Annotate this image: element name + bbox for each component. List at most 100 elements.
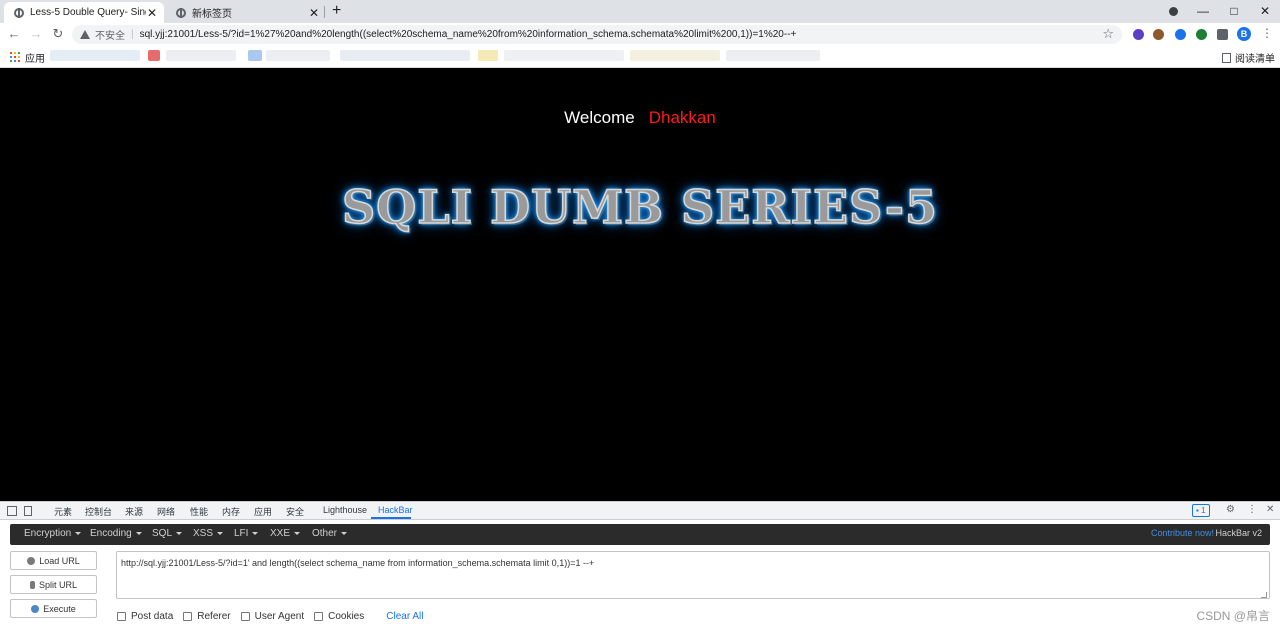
welcome-name: Dhakkan (648, 108, 716, 127)
play-icon (31, 604, 40, 613)
devtools-tab-console[interactable]: 控制台 (85, 505, 112, 518)
close-window-button[interactable]: ✕ (1250, 0, 1280, 23)
security-label[interactable]: 不安全 (95, 27, 125, 42)
option-user-agent[interactable]: User Agent (240, 611, 304, 622)
execute-button[interactable]: Execute (10, 599, 97, 618)
device-toggle-icon[interactable] (24, 506, 32, 516)
forward-arrow-icon[interactable]: → (28, 26, 44, 42)
profile-avatar[interactable]: B (1237, 27, 1251, 41)
browser-toolbar: ← → ↻ 不安全 | sql.yjj:21001/Less-5/?id=1%2… (0, 23, 1280, 46)
caret-down-icon (252, 531, 259, 535)
media-control-icon[interactable] (1169, 7, 1178, 16)
page-content: Welcome Dhakkan SQLI DUMB SERIES-5 (0, 68, 1280, 501)
menu-xxe[interactable]: XXE (270, 528, 301, 539)
menu-xss[interactable]: XSS (193, 528, 224, 539)
tab-new-tab[interactable]: 新标签页 ✕ (166, 2, 326, 23)
bookmark-item[interactable] (726, 50, 820, 61)
close-tab-icon[interactable]: ✕ (308, 6, 320, 20)
bookmark-item[interactable] (248, 50, 262, 61)
devtools-tab-sources[interactable]: 来源 (125, 505, 143, 518)
issues-count: 1 (1201, 506, 1206, 515)
reading-list[interactable]: 阅读清单 (1222, 50, 1275, 65)
bookmark-star-icon[interactable]: ☆ (1102, 26, 1114, 42)
page-title: SQLI DUMB SERIES-5 (341, 179, 939, 235)
warning-icon (80, 30, 90, 39)
omnibox-divider: | (131, 29, 134, 40)
minimize-button[interactable]: — (1188, 0, 1218, 23)
caret-down-icon (75, 531, 82, 535)
bookmark-item[interactable] (478, 50, 498, 61)
new-tab-button[interactable]: + (332, 2, 341, 20)
caret-down-icon (294, 531, 301, 535)
devtools-tab-hackbar[interactable]: HackBar (378, 505, 413, 515)
bookmark-item[interactable] (266, 50, 330, 61)
menu-encoding[interactable]: Encoding (90, 528, 142, 539)
devtools-panel: 元素 控制台 来源 网络 性能 内存 应用 安全 Lighthouse Hack… (0, 501, 1280, 628)
reload-icon[interactable]: ↻ (50, 26, 66, 42)
settings-gear-icon[interactable]: ⚙ (1226, 504, 1235, 515)
tab-separator (324, 6, 325, 18)
url-text[interactable]: sql.yjj:21001/Less-5/?id=1%27%20and%20le… (140, 29, 797, 40)
tab-less5[interactable]: Less-5 Double Query- Single Q ✕ (4, 2, 164, 23)
close-tab-icon[interactable]: ✕ (146, 6, 158, 20)
globe-icon (176, 7, 186, 18)
option-cookies[interactable]: Cookies (314, 611, 364, 622)
devtools-tab-performance[interactable]: 性能 (190, 505, 208, 518)
close-devtools-icon[interactable]: ✕ (1266, 504, 1274, 515)
resize-handle[interactable] (1261, 592, 1267, 598)
menu-dots-icon[interactable]: ⋮ (1261, 26, 1273, 40)
bookmark-item[interactable] (148, 50, 160, 61)
devtools-tab-lighthouse[interactable]: Lighthouse (323, 505, 367, 515)
split-url-button[interactable]: Split URL (10, 575, 97, 594)
checkbox[interactable] (117, 611, 126, 621)
extension-icon[interactable] (1175, 29, 1186, 40)
checkbox[interactable] (314, 611, 324, 621)
devtools-tab-application[interactable]: 应用 (254, 505, 272, 518)
maximize-button[interactable]: □ (1219, 0, 1249, 23)
devtools-menu-icon[interactable]: ⋮ (1247, 504, 1257, 515)
checkbox[interactable] (240, 611, 250, 621)
contribute-link[interactable]: Contribute now! (1151, 528, 1214, 538)
load-url-label: Load URL (39, 555, 80, 566)
bookmark-item[interactable] (504, 50, 624, 61)
active-tab-indicator (371, 517, 411, 519)
clear-all-button[interactable]: Clear All (386, 611, 423, 622)
caret-down-icon (217, 531, 224, 535)
devtools-tabbar: 元素 控制台 来源 网络 性能 内存 应用 安全 Lighthouse Hack… (0, 502, 1280, 520)
menu-other[interactable]: Other (312, 528, 348, 539)
hackbar-url-input[interactable]: http://sql.yjj:21001/Less-5/?id=1' and l… (116, 551, 1270, 599)
inspect-icon[interactable] (7, 506, 17, 516)
load-url-button[interactable]: Load URL (10, 551, 97, 570)
devtools-tab-network[interactable]: 网络 (157, 505, 175, 518)
apps-grid-icon[interactable] (10, 52, 20, 62)
menu-lfi[interactable]: LFI (234, 528, 259, 539)
checkbox[interactable] (183, 611, 193, 621)
address-bar[interactable]: 不安全 | sql.yjj:21001/Less-5/?id=1%27%20an… (72, 25, 1122, 44)
bookmark-item[interactable] (50, 50, 140, 61)
devtools-tab-memory[interactable]: 内存 (222, 505, 240, 518)
option-post-data[interactable]: Post data (117, 611, 173, 622)
devtools-tab-security[interactable]: 安全 (286, 505, 304, 518)
hackbar-version: HackBar v2 (1215, 528, 1262, 538)
reading-list-icon (1222, 52, 1231, 63)
bookmark-item[interactable] (340, 50, 470, 61)
menu-encryption[interactable]: Encryption (24, 528, 82, 539)
cookie-extension-icon[interactable] (1153, 29, 1164, 40)
devtools-tab-elements[interactable]: 元素 (54, 505, 72, 518)
reading-list-label: 阅读清单 (1235, 54, 1275, 65)
issues-badge[interactable]: ▪ 1 (1192, 504, 1210, 517)
bookmark-item[interactable] (630, 50, 720, 61)
extension-icon[interactable] (1196, 29, 1207, 40)
puzzle-icon[interactable] (1217, 29, 1228, 40)
menu-sql[interactable]: SQL (152, 528, 183, 539)
tab-title: 新标签页 (192, 9, 232, 20)
globe-icon (14, 7, 24, 18)
option-referer[interactable]: Referer (183, 611, 231, 622)
bookmark-item[interactable] (166, 50, 236, 61)
welcome-line: Welcome Dhakkan (0, 108, 1280, 128)
tab-strip: Less-5 Double Query- Single Q ✕ 新标签页 ✕ +… (0, 0, 1280, 23)
execute-label: Execute (43, 603, 76, 614)
extension-icon[interactable] (1133, 29, 1144, 40)
back-arrow-icon[interactable]: ← (6, 26, 22, 42)
apps-label[interactable]: 应用 (25, 50, 45, 65)
